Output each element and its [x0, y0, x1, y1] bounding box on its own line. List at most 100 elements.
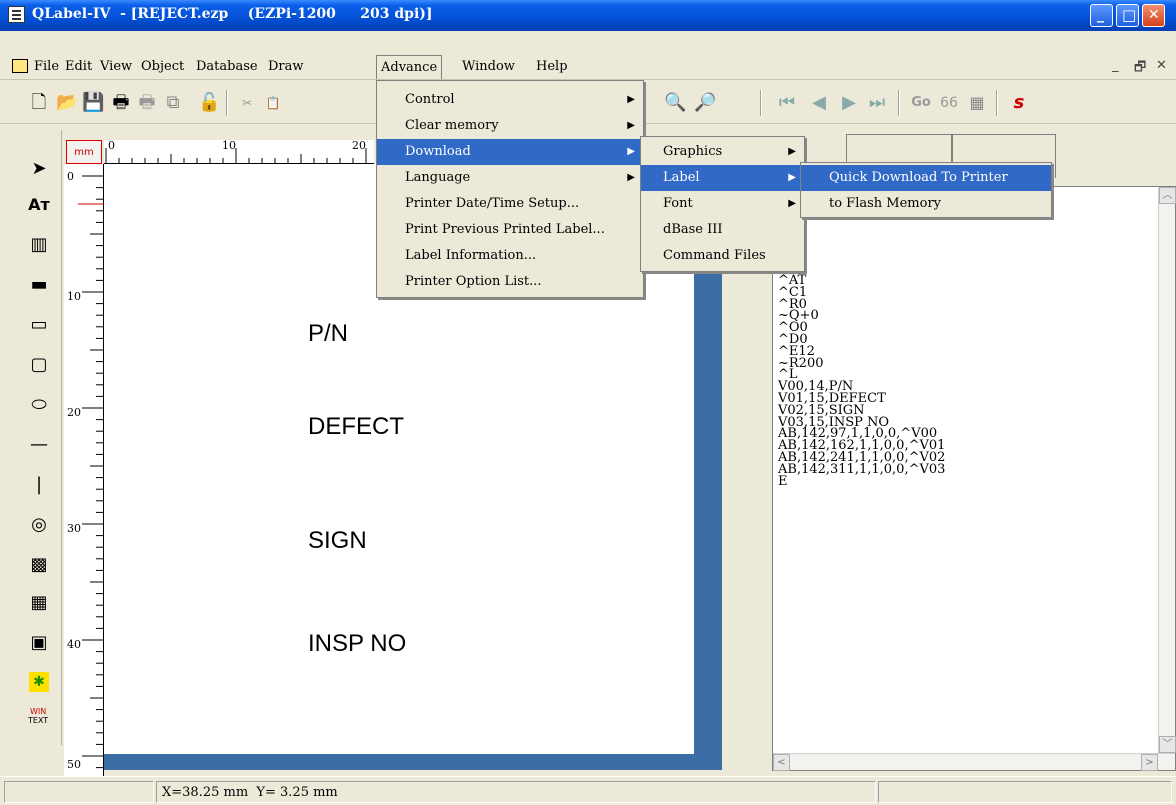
- pointer-icon[interactable]: ➤: [22, 152, 56, 186]
- print-icon[interactable]: 🖶: [110, 92, 132, 114]
- menu-item-label[interactable]: Label ▶: [641, 165, 804, 191]
- copy-icon[interactable]: ⧉: [162, 92, 184, 114]
- status-bar: X=38.25 mm Y= 3.25 mm: [0, 776, 1176, 805]
- menu-help[interactable]: Help: [536, 59, 568, 74]
- next-record-icon[interactable]: ▶: [838, 92, 860, 114]
- label-field-insp-no[interactable]: INSP NO: [308, 630, 406, 658]
- horizontal-scrollbar[interactable]: < >: [773, 753, 1175, 771]
- vertical-scrollbar[interactable]: ︿ ﹀: [1158, 187, 1176, 770]
- menu-item-graphics[interactable]: Graphics ▶: [641, 139, 804, 165]
- status-cell-extra: [878, 781, 1172, 803]
- object-toolbox: ➤ Aᴛ ▥ ▬ ▭ ▢ ⬭ — | ◎ ▩ ▦ ▣ ✱ WIN TEXT: [14, 130, 62, 745]
- open-folder-icon[interactable]: 📂: [56, 92, 78, 114]
- menu-item-font[interactable]: Font ▶: [641, 191, 804, 217]
- currency-icon[interactable]: ꜱ: [1008, 92, 1030, 114]
- toolbar-separator: [898, 90, 900, 116]
- menu-item-label-information[interactable]: Label Information...: [377, 243, 643, 269]
- mdi-restore-button[interactable]: 🗗: [1134, 58, 1146, 80]
- text-icon[interactable]: Aᴛ: [22, 188, 56, 222]
- unlock-icon[interactable]: 🔓: [198, 92, 220, 114]
- prev-record-icon[interactable]: ◀: [808, 92, 830, 114]
- image-icon[interactable]: ✱: [29, 672, 49, 692]
- label-submenu: Quick Download To Printer to Flash Memor…: [800, 162, 1052, 218]
- command-code-box[interactable]: 5 ^AT^C1^R0~Q+0^O0^D0^E12~R200^LV00,14,P…: [772, 186, 1176, 771]
- mdi-close-button[interactable]: ✕: [1156, 58, 1167, 73]
- download-submenu: Graphics ▶ Label ▶ Font ▶ dBase III Command…: [640, 136, 805, 272]
- barcode-icon[interactable]: ▥: [22, 228, 56, 262]
- horizontal-line-icon[interactable]: —: [22, 428, 56, 462]
- save-icon[interactable]: 💾: [82, 92, 104, 114]
- menu-view[interactable]: View: [100, 59, 132, 74]
- menu-item-control[interactable]: Control ▶: [377, 87, 643, 113]
- print-preview-icon[interactable]: 🖶: [136, 92, 158, 114]
- label-field-pn[interactable]: P/N: [308, 320, 348, 348]
- minimize-icon: _: [1097, 7, 1104, 23]
- go-button[interactable]: Go: [910, 92, 932, 114]
- datamatrix-icon[interactable]: ▦: [22, 586, 56, 620]
- menu-item-print-previous[interactable]: Print Previous Printed Label...: [377, 217, 643, 243]
- document-icon[interactable]: [12, 59, 28, 73]
- menu-object[interactable]: Object: [141, 59, 184, 74]
- menu-item-dbase[interactable]: dBase III: [641, 217, 804, 243]
- last-record-icon[interactable]: ⏭: [866, 92, 888, 114]
- paste-icon[interactable]: 📋: [262, 92, 284, 114]
- menu-item-download[interactable]: Download ▶: [377, 139, 643, 165]
- menu-item-quick-download[interactable]: Quick Download To Printer: [801, 165, 1051, 191]
- menu-item-datetime-setup[interactable]: Printer Date/Time Setup...: [377, 191, 643, 217]
- minimize-button[interactable]: _: [1090, 4, 1113, 27]
- toolbar-separator: [996, 90, 998, 116]
- pdf417-icon[interactable]: ▩: [22, 548, 56, 582]
- menu-edit[interactable]: Edit: [65, 59, 92, 74]
- ruler-top-label: 10: [222, 139, 236, 152]
- menu-draw[interactable]: Draw: [268, 59, 304, 74]
- menu-database[interactable]: Database: [196, 59, 258, 74]
- toolbar-separator: [760, 90, 762, 116]
- zoom-out-icon[interactable]: 🔍: [664, 92, 686, 114]
- scroll-down-button[interactable]: ﹀: [1159, 736, 1176, 753]
- status-cell-empty: [4, 781, 154, 803]
- vertical-line-icon[interactable]: |: [22, 468, 56, 502]
- menu-file[interactable]: File: [34, 59, 59, 74]
- mdi-minimize-button[interactable]: _: [1112, 58, 1119, 73]
- menu-window[interactable]: Window: [462, 59, 515, 74]
- find-icon[interactable]: 66: [938, 92, 960, 114]
- menu-item-flash-memory[interactable]: to Flash Memory: [801, 191, 1051, 217]
- maxicode-icon[interactable]: ◎: [22, 508, 56, 542]
- window-title: QLabel-IV - [REJECT.ezp (EZPi-1200 203 d…: [32, 6, 433, 22]
- filled-rect-icon[interactable]: ▬: [22, 268, 56, 302]
- menu-item-printer-option-list[interactable]: Printer Option List...: [377, 269, 643, 295]
- scroll-right-button[interactable]: >: [1141, 754, 1158, 771]
- unit-badge[interactable]: mm: [66, 140, 102, 164]
- qrcode-icon[interactable]: ▣: [22, 626, 56, 660]
- calculator-icon[interactable]: ▦: [966, 92, 988, 114]
- ruler-left-label: 50: [67, 758, 81, 771]
- ruler-left-label: 20: [67, 406, 81, 419]
- menu-item-command-files[interactable]: Command Files: [641, 243, 804, 269]
- new-file-icon[interactable]: 🗋: [28, 92, 50, 114]
- cut-icon[interactable]: ✂: [236, 92, 258, 114]
- menu-item-clear-memory[interactable]: Clear memory ▶: [377, 113, 643, 139]
- close-icon: ✕: [1148, 7, 1160, 23]
- toolbar-separator: [226, 90, 228, 116]
- title-bar: QLabel-IV - [REJECT.ezp (EZPi-1200 203 d…: [0, 0, 1176, 30]
- win-text-top: WIN: [29, 707, 47, 716]
- label-field-defect[interactable]: DEFECT: [308, 413, 404, 441]
- code-line: E: [778, 473, 788, 489]
- win-text-bottom: TEXT: [28, 716, 49, 725]
- close-button[interactable]: ✕: [1142, 4, 1165, 27]
- first-record-icon[interactable]: ⏮: [776, 92, 798, 114]
- ruler-top-label: 20: [352, 139, 366, 152]
- zoom-in-icon[interactable]: 🔎: [694, 92, 716, 114]
- app-icon[interactable]: [8, 6, 25, 23]
- rectangle-icon[interactable]: ▭: [22, 308, 56, 342]
- rounded-rect-icon[interactable]: ▢: [22, 348, 56, 382]
- label-field-sign[interactable]: SIGN: [308, 527, 367, 555]
- menu-advance[interactable]: Advance: [376, 55, 443, 79]
- scroll-up-button[interactable]: ︿: [1159, 187, 1176, 204]
- menu-item-language[interactable]: Language ▶: [377, 165, 643, 191]
- code-line: AB,142,311,1,1,0,0,^V03: [778, 461, 946, 477]
- win-text-icon[interactable]: WIN TEXT: [28, 707, 48, 725]
- scroll-left-button[interactable]: <: [773, 754, 790, 771]
- ellipse-icon[interactable]: ⬭: [22, 388, 56, 422]
- maximize-button[interactable]: □: [1116, 4, 1139, 27]
